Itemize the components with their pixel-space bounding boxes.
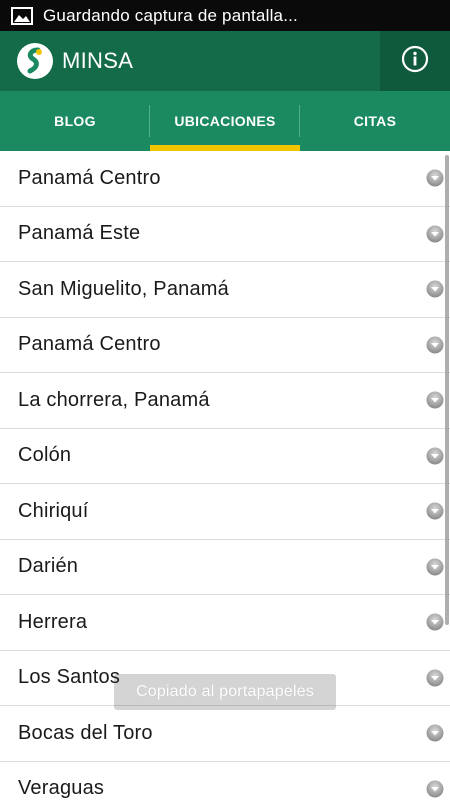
chevron-down-icon[interactable]: [426, 225, 444, 243]
chevron-down-icon[interactable]: [426, 447, 444, 465]
tab-ubicaciones[interactable]: UBICACIONES: [150, 91, 300, 151]
scrollbar[interactable]: [445, 155, 449, 625]
info-icon: [401, 45, 429, 78]
chevron-down-icon[interactable]: [426, 724, 444, 742]
status-bar: Guardando captura de pantalla...: [0, 0, 450, 31]
list-item[interactable]: Colón: [0, 429, 450, 484]
chevron-down-icon[interactable]: [426, 558, 444, 576]
tab-blog[interactable]: BLOG: [0, 91, 150, 151]
chevron-down-icon[interactable]: [426, 169, 444, 187]
location-label: Colón: [18, 444, 72, 467]
location-label: Veraguas: [18, 777, 105, 800]
image-icon: [11, 6, 33, 25]
list-item[interactable]: Darién: [0, 540, 450, 595]
list-item[interactable]: Veraguas: [0, 762, 450, 800]
chevron-down-icon[interactable]: [426, 669, 444, 687]
chevron-down-icon[interactable]: [426, 280, 444, 298]
location-label: Panamá Este: [18, 222, 141, 245]
list-item[interactable]: Panamá Centro: [0, 318, 450, 373]
location-label: Bocas del Toro: [18, 721, 153, 744]
location-label: Darién: [18, 555, 79, 578]
location-label: Chiriquí: [18, 499, 89, 522]
minsa-logo-icon[interactable]: [16, 42, 54, 80]
info-button[interactable]: [380, 31, 450, 91]
location-label: Panamá Centro: [18, 333, 161, 356]
app-title: MINSA: [62, 48, 134, 73]
location-label: San Miguelito, Panamá: [18, 277, 229, 300]
chevron-down-icon[interactable]: [426, 780, 444, 798]
location-label: La chorrera, Panamá: [18, 388, 210, 411]
location-label: Los Santos: [18, 666, 121, 689]
tab-label: BLOG: [54, 113, 96, 129]
list-item[interactable]: Bocas del Toro: [0, 706, 450, 762]
list-item[interactable]: Chiriquí: [0, 484, 450, 540]
list-item[interactable]: San Miguelito, Panamá: [0, 262, 450, 318]
list-item[interactable]: La chorrera, Panamá: [0, 373, 450, 429]
list-item[interactable]: Panamá Este: [0, 207, 450, 262]
list-item[interactable]: Herrera: [0, 595, 450, 651]
action-bar: MINSA: [0, 31, 450, 91]
toast-message: Copiado al portapapeles: [114, 674, 336, 710]
status-notification-text: Guardando captura de pantalla...: [43, 5, 298, 25]
tab-label: UBICACIONES: [174, 113, 276, 129]
chevron-down-icon[interactable]: [426, 613, 444, 631]
chevron-down-icon[interactable]: [426, 391, 444, 409]
list-item[interactable]: Panamá Centro: [0, 151, 450, 207]
tab-bar: BLOG UBICACIONES CITAS: [0, 91, 450, 151]
chevron-down-icon[interactable]: [426, 502, 444, 520]
tab-citas[interactable]: CITAS: [300, 91, 450, 151]
location-label: Herrera: [18, 610, 88, 633]
chevron-down-icon[interactable]: [426, 336, 444, 354]
tab-label: CITAS: [353, 113, 397, 129]
location-label: Panamá Centro: [18, 166, 161, 189]
